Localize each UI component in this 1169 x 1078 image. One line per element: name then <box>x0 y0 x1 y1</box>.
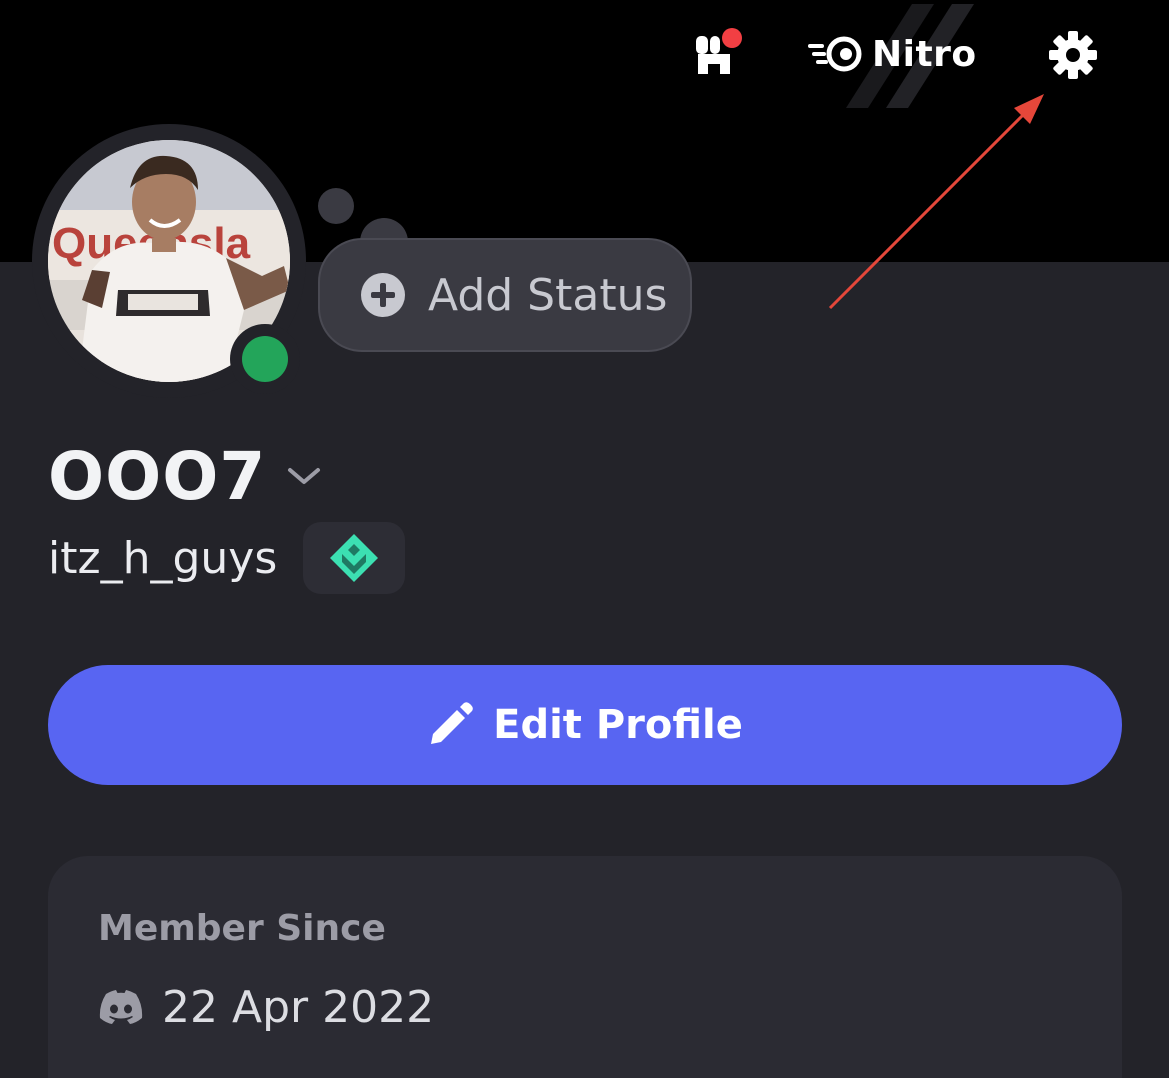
profile-badge[interactable] <box>303 522 406 594</box>
profile-screen: Nitro Queensl <box>0 0 1169 1078</box>
username-row: itz_h_guys <box>48 520 406 596</box>
thought-bubble-dot-small <box>318 188 354 224</box>
display-name: OOO7 <box>48 437 267 515</box>
member-since-card: Member Since 22 Apr 2022 <box>48 856 1122 1078</box>
member-since-date: 22 Apr 2022 <box>162 982 435 1033</box>
discord-icon <box>99 989 143 1024</box>
presence-indicator <box>242 336 288 382</box>
edit-profile-button[interactable]: Edit Profile <box>48 665 1122 785</box>
nitro-icon <box>808 36 862 72</box>
add-status-label: Add Status <box>428 269 668 321</box>
member-since-row: 22 Apr 2022 <box>98 982 434 1033</box>
edit-profile-label: Edit Profile <box>493 702 743 748</box>
username: itz_h_guys <box>48 532 278 584</box>
chevron-down-icon[interactable] <box>286 464 322 488</box>
nitro-button[interactable]: Nitro <box>808 26 984 82</box>
settings-button[interactable] <box>1040 22 1106 88</box>
member-since-title: Member Since <box>98 908 386 949</box>
nitro-label: Nitro <box>872 33 977 75</box>
display-name-row[interactable]: OOO7 <box>48 436 322 516</box>
pencil-icon <box>431 702 473 744</box>
plus-circle-icon <box>361 273 405 317</box>
quest-badge-icon <box>330 534 379 582</box>
gear-icon <box>1049 31 1097 79</box>
notification-dot <box>722 28 742 48</box>
add-status-button[interactable]: Add Status <box>318 238 692 352</box>
